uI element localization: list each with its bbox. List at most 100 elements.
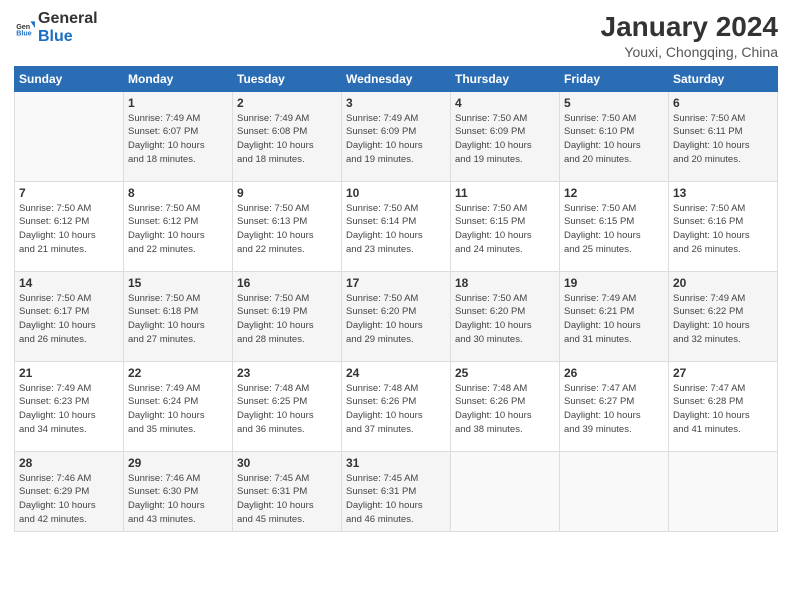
week-row-4: 21 Sunrise: 7:49 AMSunset: 6:23 PMDayligh… (15, 361, 778, 451)
logo: Gen Blue General Blue (14, 10, 98, 45)
day-number: 12 (564, 186, 664, 200)
day-info: Sunrise: 7:50 AMSunset: 6:17 PMDaylight:… (19, 292, 119, 347)
day-cell: 19 Sunrise: 7:49 AMSunset: 6:21 PMDayligh… (560, 271, 669, 361)
day-number: 29 (128, 456, 228, 470)
day-cell: 3 Sunrise: 7:49 AMSunset: 6:09 PMDaylight… (342, 91, 451, 181)
day-info: Sunrise: 7:50 AMSunset: 6:11 PMDaylight:… (673, 112, 773, 167)
day-info: Sunrise: 7:49 AMSunset: 6:21 PMDaylight:… (564, 292, 664, 347)
day-number: 27 (673, 366, 773, 380)
day-number: 17 (346, 276, 446, 290)
day-info: Sunrise: 7:50 AMSunset: 6:09 PMDaylight:… (455, 112, 555, 167)
day-cell: 23 Sunrise: 7:48 AMSunset: 6:25 PMDayligh… (233, 361, 342, 451)
day-number: 3 (346, 96, 446, 110)
day-info: Sunrise: 7:49 AMSunset: 6:24 PMDaylight:… (128, 382, 228, 437)
day-cell: 4Sunrise: 7:50 AMSunset: 6:09 PMDaylight… (451, 91, 560, 181)
day-number: 13 (673, 186, 773, 200)
day-info: Sunrise: 7:49 AMSunset: 6:07 PMDaylight:… (128, 112, 228, 167)
day-cell: 10Sunrise: 7:50 AMSunset: 6:14 PMDayligh… (342, 181, 451, 271)
day-info: Sunrise: 7:50 AMSunset: 6:20 PMDaylight:… (346, 292, 446, 347)
title-section: January 2024 Youxi, Chongqing, China (601, 10, 778, 60)
day-number: 14 (19, 276, 119, 290)
day-number: 1 (128, 96, 228, 110)
day-cell: 13 Sunrise: 7:50 AMSunset: 6:16 PMDayligh… (669, 181, 778, 271)
day-cell: 5Sunrise: 7:50 AMSunset: 6:10 PMDaylight… (560, 91, 669, 181)
day-number: 19 (564, 276, 664, 290)
day-cell: 28Sunrise: 7:46 AMSunset: 6:29 PMDayligh… (15, 451, 124, 531)
logo-blue: Blue (38, 28, 73, 45)
day-cell: 17 Sunrise: 7:50 AMSunset: 6:20 PMDayligh… (342, 271, 451, 361)
logo-text: General Blue (38, 10, 98, 45)
header-row: SundayMondayTuesdayWednesdayThursdayFrid… (15, 66, 778, 91)
logo-icon: Gen Blue (14, 17, 36, 39)
day-number: 23 (237, 366, 337, 380)
day-info: Sunrise: 7:50 AMSunset: 6:19 PMDaylight:… (237, 292, 337, 347)
day-cell: 11 Sunrise: 7:50 AMSunset: 6:15 PMDayligh… (451, 181, 560, 271)
day-cell: 26Sunrise: 7:47 AMSunset: 6:27 PMDayligh… (560, 361, 669, 451)
day-number: 24 (346, 366, 446, 380)
day-cell: 29Sunrise: 7:46 AMSunset: 6:30 PMDayligh… (124, 451, 233, 531)
column-header-thursday: Thursday (451, 66, 560, 91)
day-cell: 1 Sunrise: 7:49 AMSunset: 6:07 PMDaylight… (124, 91, 233, 181)
day-info: Sunrise: 7:49 AMSunset: 6:23 PMDaylight:… (19, 382, 119, 437)
day-cell: 22 Sunrise: 7:49 AMSunset: 6:24 PMDayligh… (124, 361, 233, 451)
day-cell: 12 Sunrise: 7:50 AMSunset: 6:15 PMDayligh… (560, 181, 669, 271)
column-header-wednesday: Wednesday (342, 66, 451, 91)
main-title: January 2024 (601, 10, 778, 44)
day-number: 21 (19, 366, 119, 380)
day-info: Sunrise: 7:49 AMSunset: 6:09 PMDaylight:… (346, 112, 446, 167)
day-cell: 30 Sunrise: 7:45 AMSunset: 6:31 PMDayligh… (233, 451, 342, 531)
day-cell: 6 Sunrise: 7:50 AMSunset: 6:11 PMDaylight… (669, 91, 778, 181)
day-number: 16 (237, 276, 337, 290)
day-info: Sunrise: 7:48 AMSunset: 6:25 PMDaylight:… (237, 382, 337, 437)
day-cell: 20Sunrise: 7:49 AMSunset: 6:22 PMDayligh… (669, 271, 778, 361)
day-cell (669, 451, 778, 531)
week-row-1: 1 Sunrise: 7:49 AMSunset: 6:07 PMDaylight… (15, 91, 778, 181)
column-header-saturday: Saturday (669, 66, 778, 91)
day-number: 22 (128, 366, 228, 380)
day-info: Sunrise: 7:50 AMSunset: 6:18 PMDaylight:… (128, 292, 228, 347)
column-header-friday: Friday (560, 66, 669, 91)
day-cell: 31Sunrise: 7:45 AMSunset: 6:31 PMDayligh… (342, 451, 451, 531)
day-cell: 16 Sunrise: 7:50 AMSunset: 6:19 PMDayligh… (233, 271, 342, 361)
day-number: 9 (237, 186, 337, 200)
day-info: Sunrise: 7:49 AMSunset: 6:08 PMDaylight:… (237, 112, 337, 167)
day-number: 8 (128, 186, 228, 200)
day-info: Sunrise: 7:47 AMSunset: 6:27 PMDaylight:… (564, 382, 664, 437)
day-info: Sunrise: 7:50 AMSunset: 6:12 PMDaylight:… (19, 202, 119, 257)
day-info: Sunrise: 7:50 AMSunset: 6:13 PMDaylight:… (237, 202, 337, 257)
day-number: 6 (673, 96, 773, 110)
svg-text:Blue: Blue (16, 29, 32, 37)
day-info: Sunrise: 7:50 AMSunset: 6:15 PMDaylight:… (455, 202, 555, 257)
day-info: Sunrise: 7:50 AMSunset: 6:15 PMDaylight:… (564, 202, 664, 257)
day-cell: 2 Sunrise: 7:49 AMSunset: 6:08 PMDaylight… (233, 91, 342, 181)
day-number: 2 (237, 96, 337, 110)
day-number: 31 (346, 456, 446, 470)
day-cell: 24 Sunrise: 7:48 AMSunset: 6:26 PMDayligh… (342, 361, 451, 451)
day-number: 25 (455, 366, 555, 380)
day-cell: 8 Sunrise: 7:50 AMSunset: 6:12 PMDaylight… (124, 181, 233, 271)
day-cell: 27Sunrise: 7:47 AMSunset: 6:28 PMDayligh… (669, 361, 778, 451)
logo-general: General (38, 10, 98, 27)
day-info: Sunrise: 7:50 AMSunset: 6:12 PMDaylight:… (128, 202, 228, 257)
day-cell: 25 Sunrise: 7:48 AMSunset: 6:26 PMDayligh… (451, 361, 560, 451)
day-info: Sunrise: 7:50 AMSunset: 6:16 PMDaylight:… (673, 202, 773, 257)
subtitle: Youxi, Chongqing, China (601, 44, 778, 60)
day-cell (15, 91, 124, 181)
header: Gen Blue General Blue January 2024 Youxi… (14, 10, 778, 60)
day-cell: 7 Sunrise: 7:50 AMSunset: 6:12 PMDaylight… (15, 181, 124, 271)
day-cell: 15Sunrise: 7:50 AMSunset: 6:18 PMDayligh… (124, 271, 233, 361)
day-cell (451, 451, 560, 531)
day-number: 7 (19, 186, 119, 200)
calendar-header: SundayMondayTuesdayWednesdayThursdayFrid… (15, 66, 778, 91)
day-number: 11 (455, 186, 555, 200)
column-header-tuesday: Tuesday (233, 66, 342, 91)
day-info: Sunrise: 7:48 AMSunset: 6:26 PMDaylight:… (455, 382, 555, 437)
day-info: Sunrise: 7:48 AMSunset: 6:26 PMDaylight:… (346, 382, 446, 437)
day-number: 18 (455, 276, 555, 290)
calendar-table: SundayMondayTuesdayWednesdayThursdayFrid… (14, 66, 778, 532)
day-info: Sunrise: 7:45 AMSunset: 6:31 PMDaylight:… (237, 472, 337, 527)
day-number: 30 (237, 456, 337, 470)
week-row-2: 7 Sunrise: 7:50 AMSunset: 6:12 PMDaylight… (15, 181, 778, 271)
calendar-body: 1 Sunrise: 7:49 AMSunset: 6:07 PMDaylight… (15, 91, 778, 531)
day-cell: 18Sunrise: 7:50 AMSunset: 6:20 PMDayligh… (451, 271, 560, 361)
